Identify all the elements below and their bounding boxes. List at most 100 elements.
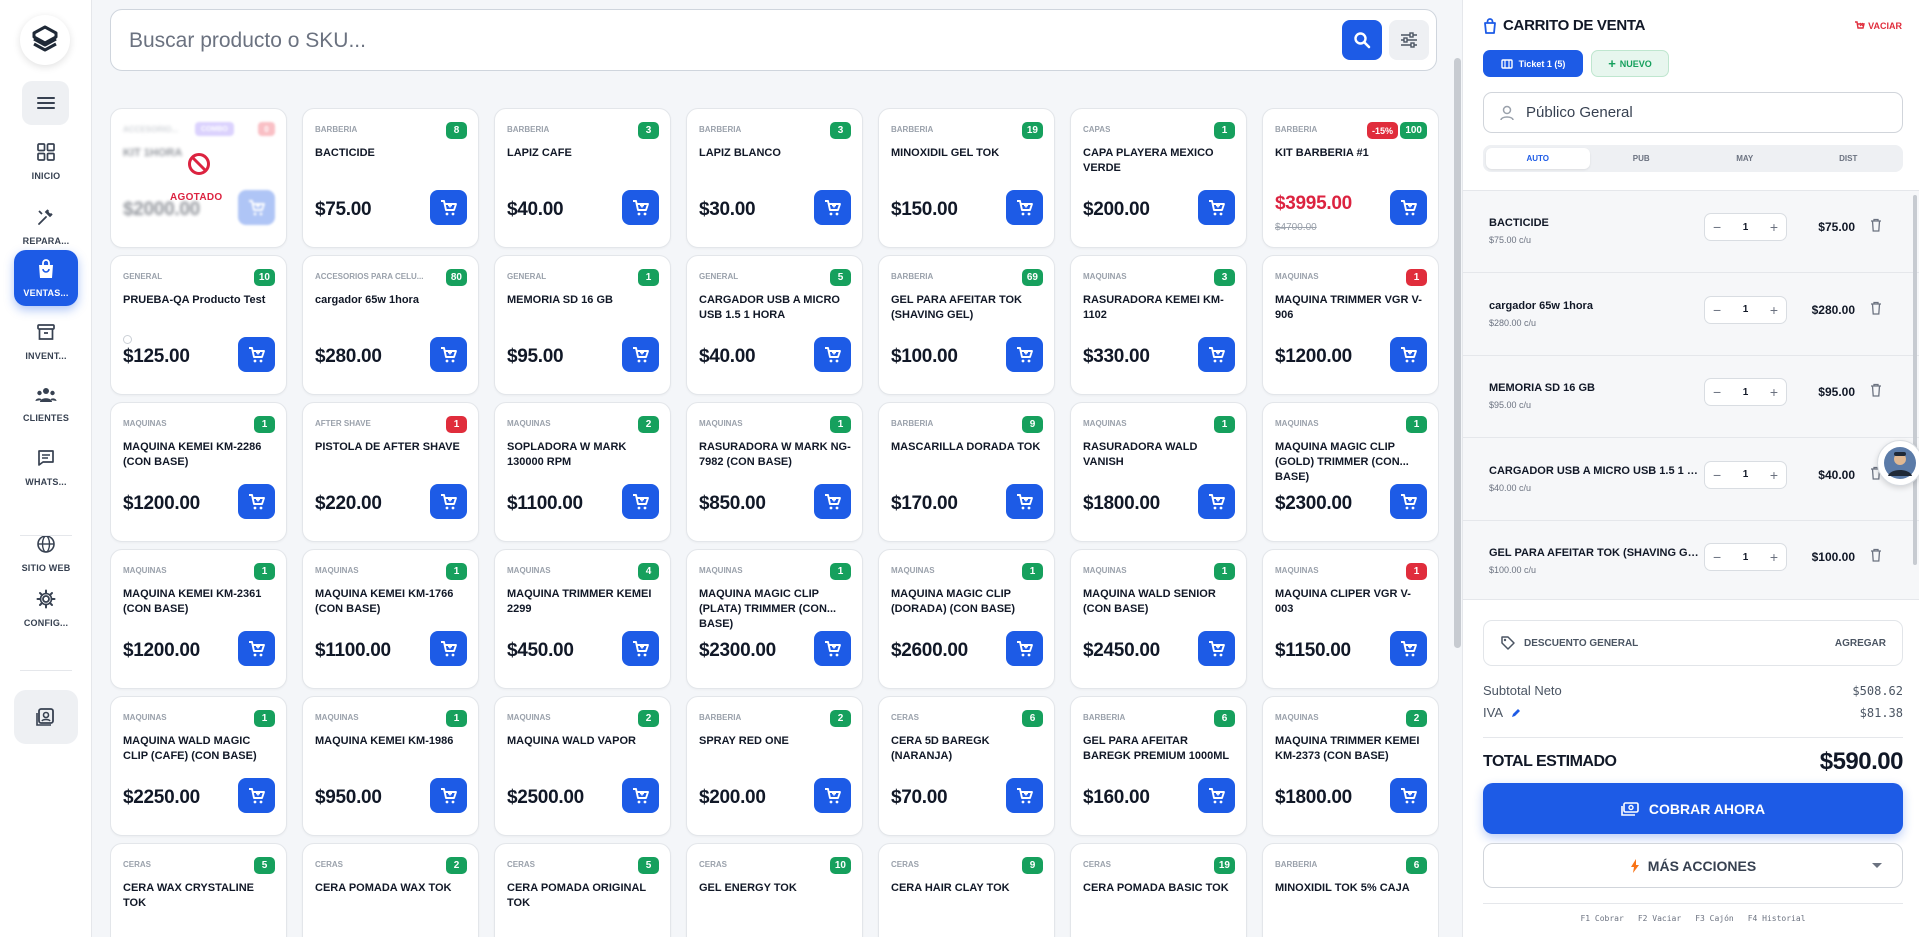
product-card[interactable]: MAQUINAS 1 MAQUINA MAGIC CLIP (DORADA) (CO… [878,549,1055,689]
product-card[interactable]: CERAS 9 CERA HAIR CLAY TOK [878,843,1055,937]
product-card[interactable]: GENERAL 5 CARGADOR USB A MICRO USB 1.5 1 H… [686,255,863,395]
add-to-cart-button[interactable] [814,484,851,519]
product-card[interactable]: MAQUINAS 1 MAQUINA KEMEI KM-1986 $950.00 [302,696,479,836]
add-to-cart-button[interactable] [1390,337,1427,372]
nav-reparaciones[interactable]: REPARA... [14,198,78,254]
product-card[interactable]: MAQUINAS 2 MAQUINA WALD VAPOR $2500.00 [494,696,671,836]
product-card[interactable]: CERAS 2 CERA POMADA WAX TOK [302,843,479,937]
add-to-cart-button[interactable] [1006,778,1043,813]
nav-ventas[interactable]: VENTAS... [14,250,78,306]
product-card[interactable]: CERAS 6 CERA 5D BAREGK (NARANJA) $70.00 [878,696,1055,836]
product-card[interactable]: GENERAL 10 PRUEBA-QA Producto Test $125.00 [110,255,287,395]
add-to-cart-button[interactable] [238,631,275,666]
quantity-value[interactable]: 1 [1743,469,1749,480]
add-to-cart-button[interactable] [1390,631,1427,666]
product-card[interactable]: CERAS 5 CERA WAX CRYSTALINE TOK [110,843,287,937]
product-card[interactable]: BARBERIA 69 GEL PARA AFEITAR TOK (SHAVING … [878,255,1055,395]
search-input[interactable] [129,24,1229,58]
add-to-cart-button[interactable] [622,484,659,519]
product-card[interactable]: GENERAL 1 MEMORIA SD 16 GB $95.00 [494,255,671,395]
product-card[interactable]: MAQUINAS 1 MAQUINA MAGIC CLIP (GOLD) TRIMM… [1262,402,1439,542]
cart-scrollbar[interactable] [1913,195,1917,565]
search-button[interactable] [1342,20,1382,60]
quantity-value[interactable]: 1 [1743,222,1749,233]
add-to-cart-button[interactable] [622,337,659,372]
add-to-cart-button[interactable] [814,337,851,372]
increase-button[interactable]: + [1770,384,1778,400]
increase-button[interactable]: + [1770,219,1778,235]
nav-clientes[interactable]: CLIENTES [14,376,78,432]
product-card[interactable]: MAQUINAS 1 MAQUINA KEMEI KM-1766 (CON BASE… [302,549,479,689]
app-logo[interactable] [20,15,70,65]
nav-inicio[interactable]: INICIO [14,133,78,189]
product-card[interactable]: MAQUINAS 1 MAQUINA WALD SENIOR (CON BASE) $… [1070,549,1247,689]
add-to-cart-button[interactable] [430,337,467,372]
product-card[interactable]: BARBERIA 3 LAPIZ CAFE $40.00 [494,108,671,248]
add-to-cart-button[interactable] [430,778,467,813]
decrease-button[interactable]: − [1713,384,1721,400]
product-card[interactable]: BARBERIA 19 MINOXIDIL GEL TOK $150.00 [878,108,1055,248]
decrease-button[interactable]: − [1713,467,1721,483]
product-card[interactable]: MAQUINAS 4 MAQUINA TRIMMER KEMEI 2299 $450.… [494,549,671,689]
decrease-button[interactable]: − [1713,549,1721,565]
increase-button[interactable]: + [1770,467,1778,483]
add-to-cart-button[interactable] [814,631,851,666]
product-card[interactable]: AFTER SHAVE 1 PISTOLA DE AFTER SHAVE $220.0… [302,402,479,542]
nav-sitio-web[interactable]: SITIO WEB [14,525,78,581]
add-to-cart-button[interactable] [430,631,467,666]
trash-icon[interactable] [1870,301,1882,320]
add-to-cart-button[interactable] [1198,631,1235,666]
price-tab-dist[interactable]: DIST [1797,148,1901,169]
product-card[interactable]: MAQUINAS 1 RASURADORA W MARK NG-7982 (CON … [686,402,863,542]
price-tab-may[interactable]: MAY [1693,148,1797,169]
product-card[interactable]: MAQUINAS 2 SOPLADORA W MARK 130000 RPM $110… [494,402,671,542]
add-to-cart-button[interactable] [238,484,275,519]
product-card[interactable]: MAQUINAS 3 RASURADORA KEMEI KM-1102 $330.00 [1070,255,1247,395]
increase-button[interactable]: + [1770,549,1778,565]
product-card[interactable]: BARBERIA 3 LAPIZ BLANCO $30.00 [686,108,863,248]
product-card[interactable]: BARBERIA 8 BACTICIDE $75.00 [302,108,479,248]
nav-whatsapp[interactable]: WHATS... [14,439,78,495]
add-to-cart-button[interactable] [238,337,275,372]
product-card[interactable]: ACCESORIO... COMBO 0 KIT 1HORA AGOTADO $2000.… [110,108,287,248]
add-to-cart-button[interactable] [814,190,851,225]
quantity-value[interactable]: 1 [1743,304,1749,315]
product-card[interactable]: MAQUINAS 1 MAQUINA WALD MAGIC CLIP (CAFE) … [110,696,287,836]
increase-button[interactable]: + [1770,302,1778,318]
add-to-cart-button[interactable] [430,190,467,225]
clear-cart-button[interactable]: VACIAR [1854,21,1902,31]
trash-icon[interactable] [1870,548,1882,567]
add-to-cart-button[interactable] [1198,337,1235,372]
add-to-cart-button[interactable] [622,778,659,813]
charge-now-button[interactable]: COBRAR AHORA [1483,783,1903,834]
customer-selector[interactable]: Público General [1483,92,1903,133]
product-card[interactable]: MAQUINAS 1 MAQUINA KEMEI KM-2361 (CON BASE… [110,549,287,689]
add-to-cart-button[interactable] [1006,484,1043,519]
ticket-tab[interactable]: Ticket 1 (5) [1483,50,1583,77]
product-card[interactable]: CERAS 5 CERA POMADA ORIGINAL TOK [494,843,671,937]
add-discount-button[interactable]: AGREGAR [1835,638,1886,649]
add-to-cart-button[interactable] [238,190,275,225]
add-to-cart-button[interactable] [1006,190,1043,225]
products-scrollbar[interactable] [1454,58,1461,648]
quantity-value[interactable]: 1 [1743,387,1749,398]
add-to-cart-button[interactable] [1390,190,1427,225]
product-card[interactable]: CERAS 19 CERA POMADA BASIC TOK [1070,843,1247,937]
decrease-button[interactable]: − [1713,302,1721,318]
product-card[interactable]: BARBERIA 6 MINOXIDIL TOK 5% CAJA [1262,843,1439,937]
add-to-cart-button[interactable] [1006,631,1043,666]
add-to-cart-button[interactable] [1198,778,1235,813]
pencil-icon[interactable] [1511,708,1521,718]
general-discount-row[interactable]: DESCUENTO GENERAL AGREGAR [1483,620,1903,666]
more-actions-button[interactable]: MÁS ACCIONES [1483,843,1903,888]
new-ticket-button[interactable]: + NUEVO [1591,50,1669,77]
trash-icon[interactable] [1870,218,1882,237]
trash-icon[interactable] [1870,383,1882,402]
menu-button[interactable] [22,81,69,125]
add-to-cart-button[interactable] [814,778,851,813]
select-radio[interactable] [123,335,132,344]
product-card[interactable]: BARBERIA 100 -15% KIT BARBERIA #1 $3995.00 $4… [1262,108,1439,248]
nav-configuracion[interactable]: CONFIG... [14,580,78,636]
add-to-cart-button[interactable] [238,778,275,813]
product-card[interactable]: CERAS 10 GEL ENERGY TOK [686,843,863,937]
